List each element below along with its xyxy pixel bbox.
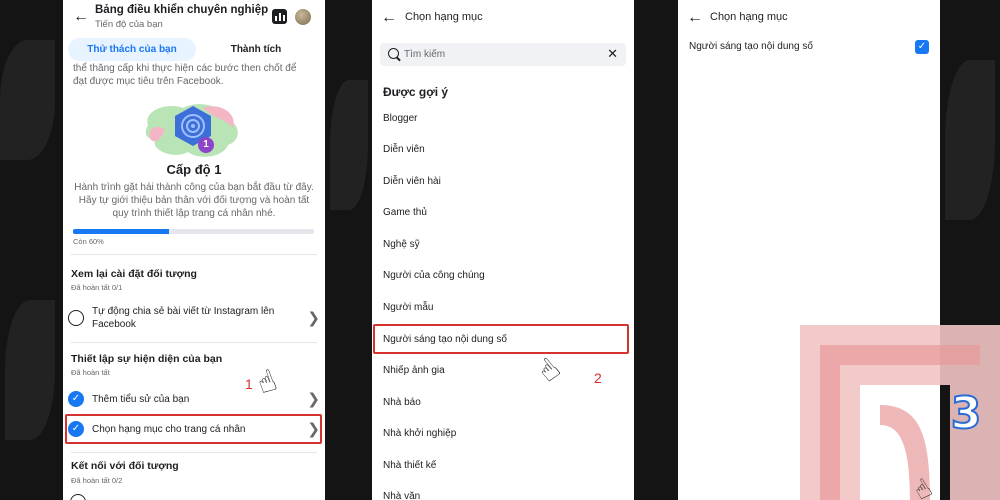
category-item[interactable]: Nhà khởi nghiệp (383, 428, 456, 439)
step-number: 1 (245, 376, 253, 392)
divider (71, 342, 317, 343)
step-number: 2 (594, 370, 602, 386)
category-item[interactable]: Diễn viên (383, 144, 425, 155)
unchecked-circle-icon (70, 494, 86, 500)
search-bar: ✕ (380, 43, 626, 66)
task-add-bio[interactable]: ✓ Thêm tiểu sử của bạn ❯ (68, 390, 320, 408)
chevron-right-icon: ❯ (307, 310, 320, 327)
section-status: Đã hoàn tất (71, 368, 110, 377)
section-status: Đã hoàn tất 0/1 (71, 283, 123, 292)
level-description: Hành trình gặt hái thành công của bạn bắ… (74, 182, 314, 219)
section-title: Thiết lập sự hiện diện của bạn (71, 353, 223, 365)
category-item[interactable]: Người của công chúng (383, 270, 485, 281)
choose-category-screen: ← Chọn hạng mục ✕ Được gợi ý Blogger Diễ… (372, 0, 634, 500)
level-badge: 1 (198, 137, 214, 153)
level-title: Cấp độ 1 (166, 162, 222, 177)
category-item[interactable]: Game thủ (383, 207, 427, 218)
checkmark-icon[interactable]: ✓ (915, 40, 929, 54)
background-leaf (0, 40, 55, 160)
selected-category-label[interactable]: Người sáng tạo nội dung số (689, 41, 813, 52)
search-icon (388, 48, 399, 59)
back-arrow-icon[interactable]: ← (381, 10, 397, 26)
highlight-box (65, 414, 322, 444)
unchecked-circle-icon (68, 310, 84, 326)
section-title: Xem lại cài đặt đối tượng (71, 268, 197, 280)
back-arrow-icon[interactable]: ← (687, 10, 703, 26)
category-item[interactable]: Người mẫu (383, 302, 434, 313)
page-title: Chọn hạng mục (710, 11, 788, 23)
chevron-right-icon: ❯ (307, 391, 320, 408)
progress-bar (73, 229, 314, 234)
intro-text: thể thăng cấp khi thực hiện các bước the… (73, 63, 297, 87)
background-leaf (5, 300, 55, 440)
section-title: Được gợi ý (383, 85, 449, 99)
page-title: Bảng điều khiển chuyên nghiệp (95, 4, 269, 16)
pro-dashboard-screen: ← Bảng điều khiển chuyên nghiệp Tiến độ … (63, 0, 325, 500)
category-item[interactable]: Nhà báo (383, 397, 421, 408)
checkmark-icon: ✓ (68, 391, 84, 407)
tab-achievements[interactable]: Thành tích (213, 38, 299, 61)
avatar[interactable] (295, 9, 311, 25)
tab-challenges[interactable]: Thử thách của bạn (68, 38, 196, 61)
highlight-box (373, 324, 629, 354)
progress-fill (73, 229, 170, 234)
page-title: Chọn hạng mục (405, 11, 483, 23)
divider (71, 254, 317, 255)
level-illustration (145, 104, 238, 157)
pointing-hand-icon: ☝ (531, 351, 567, 390)
category-item[interactable]: Blogger (383, 113, 417, 124)
category-item[interactable]: Nhiếp ảnh gia (383, 365, 445, 376)
category-item[interactable]: Nghệ sỹ (383, 239, 420, 250)
divider (71, 452, 317, 453)
page-subtitle: Tiến độ của bạn (95, 19, 163, 30)
task-label: Tự động chia sẻ bài viết từ Instagram lê… (92, 306, 275, 330)
category-item[interactable]: Diễn viên hài (383, 176, 441, 187)
back-arrow-icon[interactable]: ← (73, 9, 89, 25)
category-item[interactable]: Nhà văn (383, 491, 420, 500)
task-autoshare-instagram[interactable]: Tự động chia sẻ bài viết từ Instagram lê… (68, 305, 320, 331)
section-status: Đã hoàn tất 0/2 (71, 476, 123, 485)
clear-icon[interactable]: ✕ (607, 46, 618, 62)
section-title: Kết nối với đối tượng (71, 460, 179, 472)
step-number-badge: 3 (950, 388, 983, 439)
search-input[interactable] (404, 43, 594, 66)
bar-chart-icon[interactable] (272, 9, 287, 24)
background-leaf (330, 80, 368, 210)
background-leaf (945, 60, 995, 220)
category-item[interactable]: Nhà thiết kế (383, 460, 436, 471)
progress-label: Còn 60% (73, 237, 104, 246)
